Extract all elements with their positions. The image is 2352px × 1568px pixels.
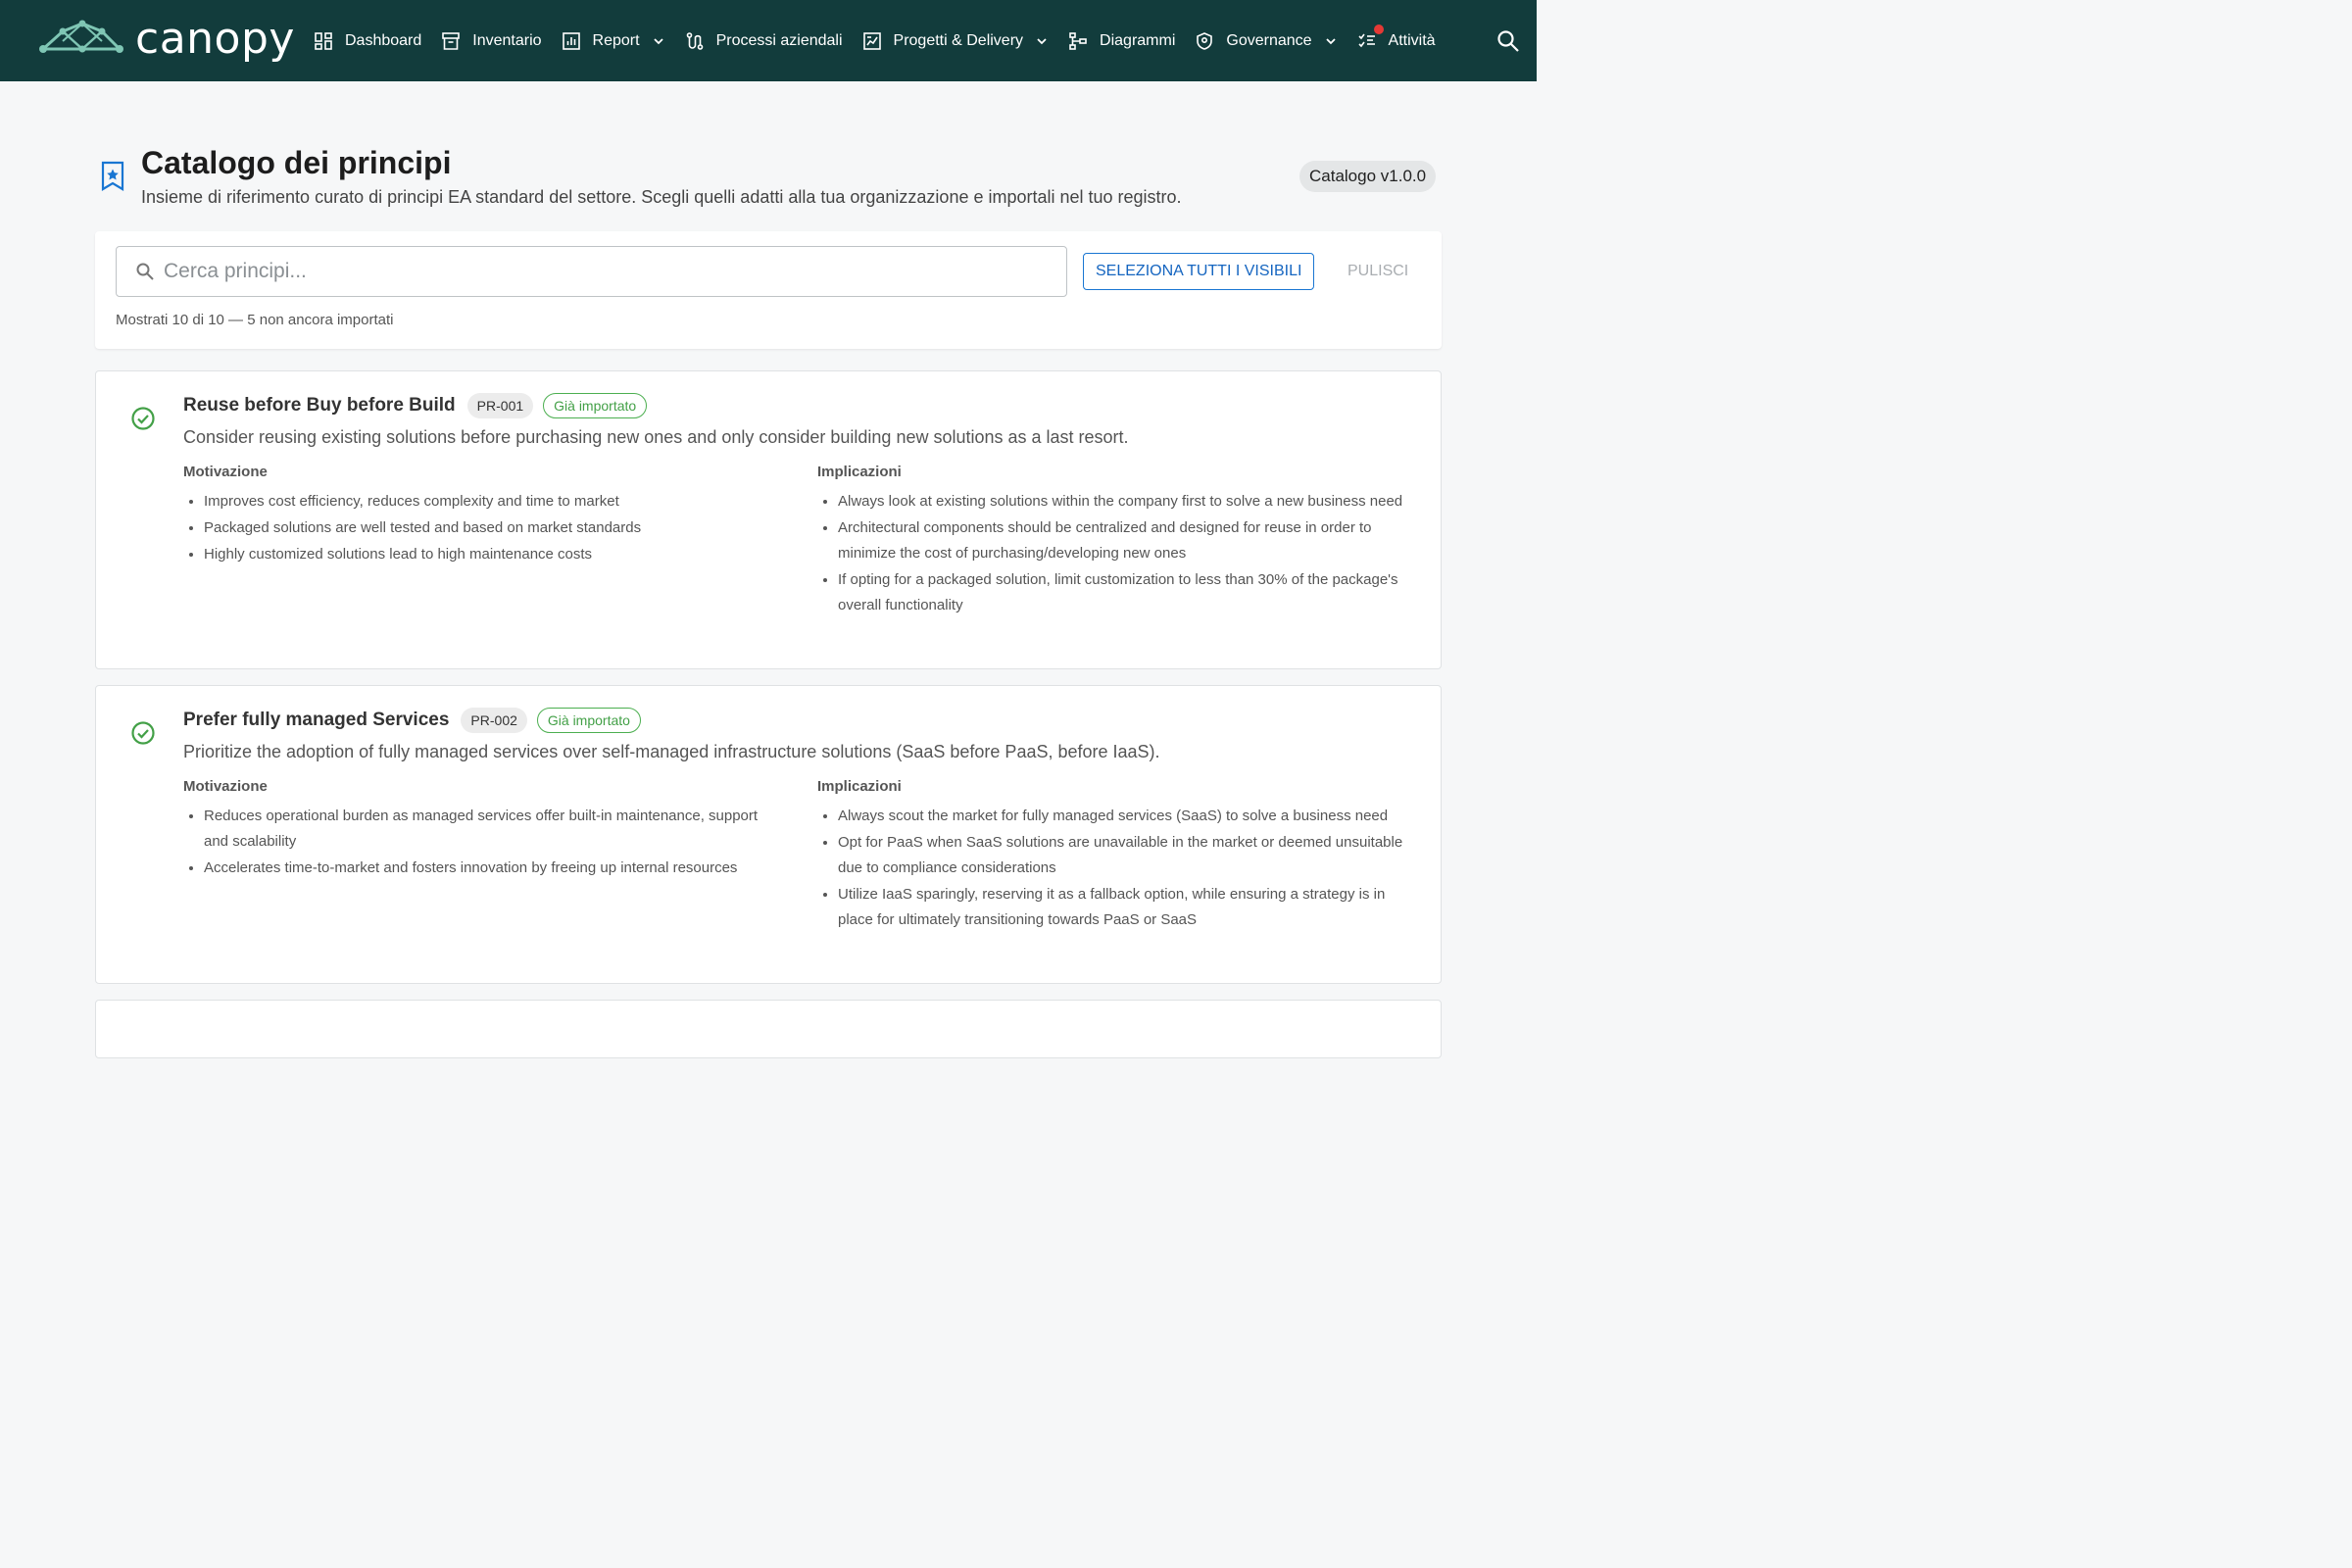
catalog-version-badge: Catalogo v1.0.0 [1299,161,1437,192]
principle-title: Prefer fully managed Services [183,710,450,730]
shield-icon [1197,31,1213,50]
nav-label: Diagrammi [1100,31,1176,49]
imported-status-badge: Già importato [536,708,641,733]
main-nav: Dashboard Inventario Report Processi azi… [314,0,1455,81]
nav-label: Dashboard [345,31,422,49]
project-chart-icon [862,31,881,50]
imported-status-badge: Già importato [543,393,648,418]
implication-item: Always look at existing solutions within… [817,489,1417,514]
clear-button[interactable]: PULISCI [1336,253,1420,290]
motivation-item: Packaged solutions are well tested and b… [183,515,783,541]
implications-title: Implicazioni [817,464,902,480]
nav-item-report[interactable]: Report [562,0,665,81]
nav-label: Report [592,31,640,49]
canopy-logo-icon [39,20,123,53]
nav-label: Governance [1226,31,1312,49]
bar-chart-icon [562,31,580,50]
nav-item-progetti-delivery[interactable]: Progetti & Delivery [862,0,1050,81]
notification-dot [1373,24,1384,34]
select-all-visible-button[interactable]: SELEZIONA TUTTI I VISIBILI [1083,253,1315,290]
bookmark-star-icon [101,161,124,191]
dashboard-icon [315,31,332,50]
archive-icon [442,31,461,50]
search-input[interactable] [164,260,1046,283]
search-panel: SELEZIONA TUTTI I VISIBILI PULISCI Mostr… [95,231,1442,349]
nav-item-processi-aziendali[interactable]: Processi aziendali [685,0,843,81]
page-title: Catalogo dei principi [141,145,452,180]
principle-description: Consider reusing existing solutions befo… [183,427,1129,447]
nav-label: Progetti & Delivery [893,31,1024,49]
nav-label: Processi aziendali [715,31,843,49]
motivation-section: Motivazione Improves cost efficiency, re… [183,464,783,568]
search-field[interactable] [116,246,1067,297]
motivation-item: Improves cost efficiency, reduces comple… [183,489,783,514]
principle-description: Prioritize the adoption of fully managed… [183,742,1160,761]
principle-card[interactable]: Prefer fully managed Services PR-002 Già… [95,685,1442,984]
principle-title: Reuse before Buy before Build [183,395,456,416]
principle-header: Reuse before Buy before Build PR-001 Già… [183,393,648,418]
nav-item-governance[interactable]: Governance [1195,0,1337,81]
route-icon [686,31,703,50]
check-circle-icon [131,721,155,745]
motivation-title: Motivazione [183,464,268,480]
check-circle-icon [131,407,155,430]
motivation-title: Motivazione [183,778,268,795]
implication-item: Utilize IaaS sparingly, reserving it as … [817,882,1417,933]
nav-label: Attività [1388,31,1436,49]
app-logo[interactable]: canopy [39,18,295,61]
principle-header: Prefer fully managed Services PR-002 Già… [183,708,641,733]
principle-id-badge: PR-002 [461,708,527,733]
principle-id-badge: PR-001 [466,393,534,418]
task-list-icon [1357,33,1375,47]
motivation-item: Reduces operational burden as managed se… [183,804,783,855]
search-icon[interactable] [1495,28,1521,54]
nav-item-dashboard[interactable]: Dashboard [314,0,421,81]
principle-card[interactable] [95,1000,1442,1058]
search-icon [136,263,154,280]
implications-title: Implicazioni [817,778,902,795]
motivation-section: Motivazione Reduces operational burden a… [183,778,783,882]
nav-label: Inventario [472,31,542,49]
implication-item: Opt for PaaS when SaaS solutions are una… [817,830,1417,881]
top-navbar: canopy Dashboard Inventario Report Proce… [0,0,1537,81]
implication-item: Architectural components should be centr… [817,515,1417,566]
implication-item: If opting for a packaged solution, limit… [817,567,1417,618]
chevron-down-icon [1325,37,1336,44]
implication-item: Always scout the market for fully manage… [817,804,1417,829]
nav-item-inventario[interactable]: Inventario [441,0,542,81]
chevron-down-icon [1037,37,1047,44]
hierarchy-icon [1069,31,1087,50]
results-count: Mostrati 10 di 10 — 5 non ancora importa… [116,312,394,328]
implications-section: Implicazioni Always look at existing sol… [817,464,1417,619]
chevron-down-icon [653,37,663,44]
motivation-item: Accelerates time-to-market and fosters i… [183,856,783,881]
implications-section: Implicazioni Always scout the market for… [817,778,1417,934]
principle-card[interactable]: Reuse before Buy before Build PR-001 Già… [95,370,1442,669]
nav-item-diagrammi[interactable]: Diagrammi [1068,0,1175,81]
motivation-item: Highly customized solutions lead to high… [183,542,783,567]
app-name: canopy [135,14,295,64]
nav-item-attivita[interactable]: Attività [1357,0,1436,81]
page-subtitle: Insieme di riferimento curato di princip… [141,187,1182,207]
